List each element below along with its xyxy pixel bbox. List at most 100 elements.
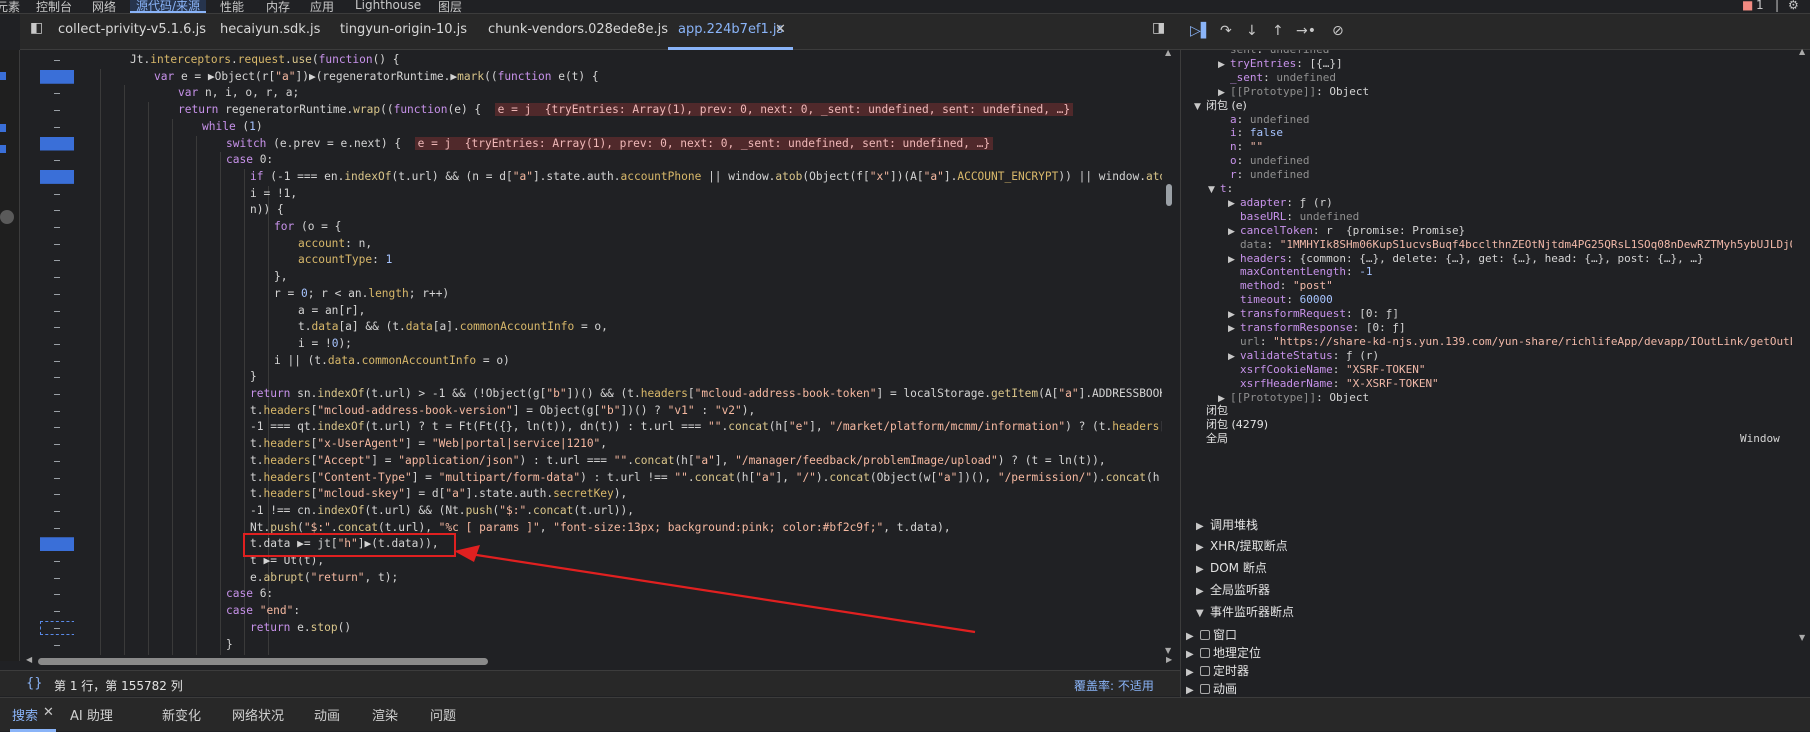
code-line[interactable]: var n, i, o, r, a;: [178, 85, 299, 101]
gutter-line-marker[interactable]: [54, 377, 60, 379]
code-line[interactable]: n)) {: [250, 202, 284, 218]
step-into-icon[interactable]: ↓: [1246, 23, 1258, 39]
sidebar-scrollbar[interactable]: ▲ ▼: [1797, 47, 1810, 695]
gutter-line-marker[interactable]: [54, 360, 60, 362]
drawer-tab-network-conditions[interactable]: 网络状况: [232, 705, 284, 724]
debugger-section-header[interactable]: ▶ 全局监听器: [1196, 581, 1270, 598]
tab-elements[interactable]: 元素: [0, 0, 20, 15]
close-drawer-tab-icon[interactable]: ✕: [43, 705, 54, 720]
tab-memory[interactable]: 内存: [266, 0, 290, 15]
drawer-tab-animations[interactable]: 动画: [314, 705, 340, 724]
scrollbar-thumb[interactable]: [38, 658, 488, 665]
code-line[interactable]: case "end":: [226, 603, 300, 619]
code-line[interactable]: t.data[a] && (t.data[a].commonAccountInf…: [298, 319, 608, 335]
code-line[interactable]: }: [226, 637, 233, 653]
tab-lighthouse[interactable]: Lighthouse: [355, 0, 421, 12]
code-line[interactable]: switch (e.prev = e.next) { e = j {tryEnt…: [226, 136, 994, 152]
gutter-line-marker[interactable]: [54, 477, 60, 479]
checkbox[interactable]: [1200, 666, 1210, 676]
tab-performance[interactable]: 性能: [220, 0, 244, 15]
gutter-line-marker[interactable]: [54, 310, 60, 312]
gutter-line-marker[interactable]: [54, 227, 60, 228]
expand-icon[interactable]: ▶: [1196, 521, 1210, 532]
gutter-line-marker[interactable]: [54, 293, 60, 295]
code-line[interactable]: case 0:: [226, 152, 273, 168]
tab-layers[interactable]: 图层: [438, 0, 462, 15]
listener-category[interactable]: ▶ 地理定位: [1186, 644, 1261, 661]
listener-category[interactable]: ▶ 动画: [1186, 680, 1237, 697]
code-line[interactable]: return regeneratorRuntime.wrap((function…: [178, 102, 1074, 118]
file-tab[interactable]: collect-privity-v5.1.6.js: [58, 22, 206, 37]
file-tab[interactable]: hecaiyun.sdk.js: [220, 22, 320, 37]
vertical-scrollbar[interactable]: ▲ ▼: [1162, 48, 1176, 661]
code-line[interactable]: var e = ▶Object(r["a"])▶(regeneratorRunt…: [154, 69, 599, 85]
code-line[interactable]: t.headers["Content-Type"] = "multipart/f…: [250, 470, 1162, 486]
code-line[interactable]: i = !0);: [298, 336, 352, 352]
horizontal-scrollbar[interactable]: ◀ ▶: [20, 655, 1180, 667]
code-line[interactable]: },: [274, 269, 287, 285]
code-line[interactable]: i = !1,: [250, 186, 297, 202]
gutter-line-marker[interactable]: [54, 260, 60, 262]
code-line[interactable]: }: [250, 369, 257, 385]
gutter-line-marker[interactable]: [54, 494, 60, 496]
gutter-line-marker[interactable]: [54, 243, 60, 245]
drawer-tab-changes[interactable]: 新变化: [162, 705, 201, 724]
code-line[interactable]: t.headers["Accept"] = "application/json"…: [250, 453, 1106, 469]
gutter-line-marker[interactable]: [54, 460, 60, 462]
step-out-icon[interactable]: ↑: [1272, 23, 1284, 39]
gutter-line-marker[interactable]: [54, 60, 60, 61]
coverage-status[interactable]: 覆盖率: 不适用: [1074, 677, 1154, 694]
debugger-section-header[interactable]: ▶ DOM 断点: [1196, 559, 1267, 576]
checkbox[interactable]: [1200, 684, 1210, 694]
tab-application[interactable]: 应用: [310, 0, 334, 15]
gutter-line-marker[interactable]: [54, 394, 60, 395]
step-icon[interactable]: →•: [1296, 23, 1316, 39]
gutter-line-marker[interactable]: [54, 410, 60, 412]
gutter-line-marker[interactable]: [54, 510, 60, 512]
code-line[interactable]: -1 === qt.indexOf(t.url) ? t = Ft(Ft({},…: [250, 419, 1162, 435]
gutter-line-marker[interactable]: [54, 594, 60, 596]
scroll-left-icon[interactable]: ◀: [26, 655, 32, 664]
expand-icon[interactable]: ▶: [1186, 649, 1200, 660]
file-tab-active[interactable]: app.224b7ef1.js: [678, 22, 783, 37]
expand-open-icon[interactable]: ▼: [1208, 182, 1220, 198]
tab-sources[interactable]: 源代码/来源: [130, 0, 207, 13]
scroll-down-icon[interactable]: ▼: [1165, 646, 1171, 655]
listener-category[interactable]: ▶ 窗口: [1186, 626, 1237, 643]
drawer-tab-issues[interactable]: 问题: [430, 705, 456, 724]
step-over-icon[interactable]: ↷: [1220, 23, 1232, 39]
gutter-line-marker[interactable]: [54, 160, 60, 162]
gutter-line-marker[interactable]: [54, 277, 60, 279]
settings-gear-icon[interactable]: ⚙: [1788, 0, 1799, 12]
code-line[interactable]: t.headers["mcloud-address-book-version"]…: [250, 403, 755, 419]
gutter-line-marker[interactable]: [54, 644, 60, 646]
gutter-line-marker[interactable]: [54, 327, 60, 329]
drawer-tab-ai[interactable]: AI 助理: [70, 705, 113, 724]
gutter-line-marker[interactable]: [54, 210, 60, 212]
code-line[interactable]: Jt.interceptors.request.use(function() {: [130, 52, 400, 68]
scroll-up-icon[interactable]: ▲: [1165, 48, 1171, 57]
scrollbar-thumb[interactable]: [1166, 184, 1172, 206]
deactivate-breakpoints-icon[interactable]: ⊘: [1332, 23, 1344, 39]
code-line[interactable]: case 6:: [226, 586, 273, 602]
gutter-line-marker[interactable]: [54, 343, 60, 345]
code-line[interactable]: while (1): [202, 119, 263, 135]
line-gutter[interactable]: [20, 50, 84, 661]
code-line[interactable]: i || (t.data.commonAccountInfo = o): [274, 353, 510, 369]
toggle-debugger-icon[interactable]: ◨: [1152, 20, 1165, 36]
debugger-section-header[interactable]: ▶ 调用堆栈: [1196, 516, 1258, 533]
gutter-line-marker[interactable]: [54, 527, 60, 529]
drawer-tab-search[interactable]: 搜索: [12, 705, 38, 724]
gutter-line-marker[interactable]: [54, 126, 60, 128]
code-line[interactable]: e.abrupt("return", t);: [250, 570, 398, 586]
gutter-line-marker[interactable]: [54, 561, 60, 562]
gutter-line-marker[interactable]: [54, 444, 60, 446]
scroll-right-icon[interactable]: ▶: [1166, 655, 1172, 664]
scroll-up-icon[interactable]: ▲: [1799, 47, 1805, 56]
expand-icon[interactable]: ▶: [1196, 542, 1210, 553]
gutter-line-marker[interactable]: [54, 193, 60, 195]
code-line[interactable]: t.headers["x-UserAgent"] = "Web|portal|s…: [250, 436, 607, 452]
listener-category[interactable]: ▶ 定时器: [1186, 662, 1249, 679]
file-tab[interactable]: chunk-vendors.028ede8e.js: [488, 22, 668, 37]
scope-row[interactable]: ▶ [[Prototype]]: Object: [1218, 390, 1369, 406]
